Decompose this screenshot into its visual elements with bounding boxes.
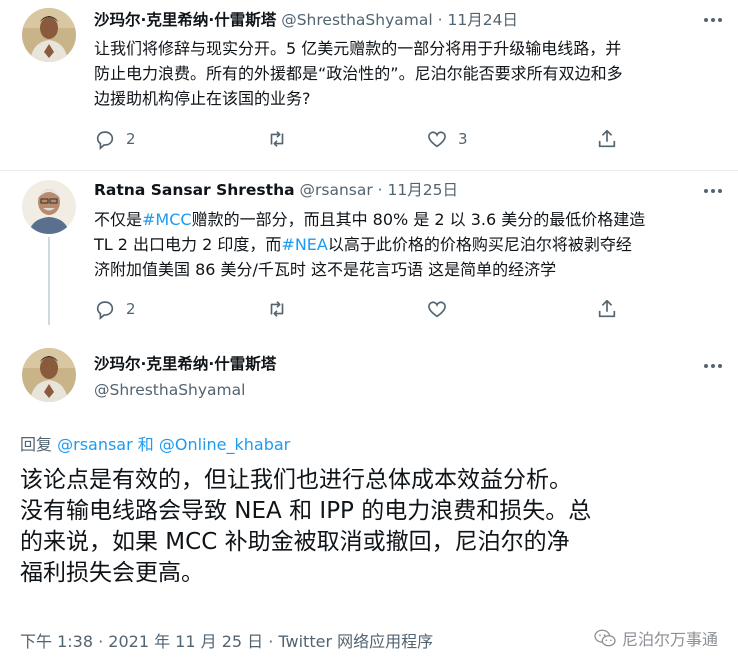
share-icon (598, 299, 616, 318)
wechat-icon (594, 629, 616, 647)
text-line: 边援助机构停止在该国的业务? (94, 89, 311, 108)
author-name[interactable]: 沙玛尔·克里希纳·什雷斯塔 (94, 355, 276, 373)
avatar-man-namaste-icon (22, 348, 76, 402)
tweet-date[interactable]: 11月24日 (447, 11, 517, 29)
thread-connector (48, 237, 50, 325)
text-line: 福利损失会更高。 (20, 560, 204, 586)
share-icon (598, 129, 616, 148)
tweet-2[interactable]: Ratna Sansar Shrestha @rsansar · 11月25日 … (0, 171, 738, 335)
text-segment: 不仅是 (94, 210, 143, 229)
reply-icon (96, 301, 114, 320)
tweet-1[interactable]: 沙玛尔·克里希纳·什雷斯塔 @ShresthaShyamal · 11月24日 … (0, 0, 738, 170)
more-options-button[interactable] (702, 10, 724, 30)
tweet-1-header: 沙玛尔·克里希纳·什雷斯塔 @ShresthaShyamal · 11月24日 (94, 10, 518, 30)
main-tweet-handle[interactable]: @ShresthaShyamal (94, 380, 245, 400)
tweet-2-actions: 2 (94, 298, 694, 322)
text-line: 该论点是有效的，但让我们也进行总体成本效益分析。 (20, 467, 572, 493)
replying-to: 回复 @rsansar 和 @Online_khabar (20, 431, 290, 455)
reply-prefix: 回复 (20, 435, 53, 454)
author-handle[interactable]: @rsansar (300, 181, 373, 199)
avatar-shresthashyamal[interactable] (22, 8, 76, 62)
retweet-icon (270, 301, 284, 317)
mention-and[interactable]: 和 (138, 435, 154, 454)
text-segment: 赠款的一部分，而且其中 80% 是 2 以 3.6 美分的最低价格建造 (191, 210, 646, 229)
text-line: TL 2 出口电力 2 印度，而#NEA以高于此价格的价格购买尼泊尔将被剥夺经 (94, 232, 724, 257)
retweet-button[interactable] (266, 298, 298, 320)
more-options-button[interactable] (702, 181, 724, 201)
watermark-text: 尼泊尔万事通 (621, 630, 718, 649)
reply-button[interactable]: 2 (94, 128, 136, 150)
mention-online-khabar[interactable]: @Online_khabar (159, 435, 290, 454)
text-segment: TL 2 出口电力 2 印度，而 (94, 235, 282, 254)
text-line: 不仅是#MCC赠款的一部分，而且其中 80% 是 2 以 3.6 美分的最低价格… (94, 207, 724, 232)
text-line: 的来说，如果 MCC 补助金被取消或撤回，尼泊尔的净 (20, 529, 570, 555)
author-handle[interactable]: @ShresthaShyamal (281, 11, 432, 29)
like-button[interactable]: 3 (426, 128, 468, 150)
tweet-1-actions: 2 3 (94, 128, 694, 152)
share-button[interactable] (596, 128, 618, 150)
main-tweet-text: 该论点是有效的，但让我们也进行总体成本效益分析。 没有输电线路会导致 NEA 和… (20, 465, 726, 589)
reply-count: 2 (126, 300, 136, 318)
main-tweet-name[interactable]: 沙玛尔·克里希纳·什雷斯塔 (94, 354, 276, 374)
tweet-timestamp-source[interactable]: 下午 1:38 · 2021 年 11 月 25 日 · Twitter 网络应… (20, 628, 433, 652)
share-button[interactable] (596, 298, 618, 320)
avatar-rsansar[interactable] (22, 180, 76, 234)
author-handle[interactable]: @ShresthaShyamal (94, 381, 245, 399)
mention-rsansar[interactable]: @rsansar (57, 435, 133, 454)
avatar-elderly-man-icon (22, 180, 76, 234)
tweet-date[interactable]: 11月25日 (388, 181, 458, 199)
heart-icon (428, 301, 446, 318)
reply-icon (96, 131, 114, 150)
separator-dot: · (377, 181, 383, 199)
watermark: 尼泊尔万事通 (594, 626, 718, 650)
retweet-button[interactable] (266, 128, 298, 150)
more-dots-icon (704, 18, 722, 22)
text-segment: 以高于此价格的价格购买尼泊尔将被剥夺经 (327, 235, 632, 254)
text-line: 济附加值美国 86 美分/千瓦时 这不是花言巧语 这是简单的经济学 (94, 260, 557, 279)
like-count: 3 (458, 130, 468, 148)
text-line: 让我们将修辞与现实分开。5 亿美元赠款的一部分将用于升级输电线路，并 (94, 39, 622, 58)
more-dots-icon (704, 364, 722, 368)
separator-dot: · (437, 11, 443, 29)
hashtag-nea[interactable]: #NEA (281, 235, 327, 254)
avatar-shresthashyamal[interactable] (22, 348, 76, 402)
hashtag-mcc[interactable]: #MCC (142, 210, 192, 229)
author-name[interactable]: Ratna Sansar Shrestha (94, 181, 295, 199)
tweet-2-header: Ratna Sansar Shrestha @rsansar · 11月25日 (94, 180, 458, 200)
tweet-1-text: 让我们将修辞与现实分开。5 亿美元赠款的一部分将用于升级输电线路，并 防止电力浪… (94, 36, 724, 111)
avatar-man-namaste-icon (22, 8, 76, 62)
retweet-icon (270, 131, 284, 147)
reply-count: 2 (126, 130, 136, 148)
heart-icon (428, 131, 446, 148)
like-button[interactable] (426, 298, 458, 320)
text-line: 防止电力浪费。所有的外援都是“政治性的”。尼泊尔能否要求所有双边和多 (94, 64, 623, 83)
more-options-button[interactable] (702, 356, 724, 376)
more-dots-icon (704, 189, 722, 193)
tweet-2-text: 不仅是#MCC赠款的一部分，而且其中 80% 是 2 以 3.6 美分的最低价格… (94, 207, 724, 282)
text-line: 没有输电线路会导致 NEA 和 IPP 的电力浪费和损失。总 (20, 498, 592, 524)
author-name[interactable]: 沙玛尔·克里希纳·什雷斯塔 (94, 11, 276, 29)
reply-button[interactable]: 2 (94, 298, 136, 320)
